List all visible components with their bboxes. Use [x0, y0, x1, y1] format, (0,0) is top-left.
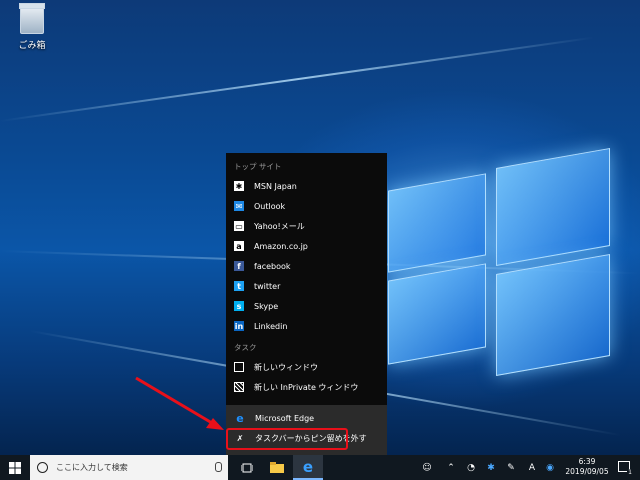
bluetooth-icon[interactable]: ✱ [484, 455, 498, 480]
windows-icon [9, 461, 21, 474]
jump-item-label: MSN Japan [254, 181, 297, 191]
clock-time: 6:39 [578, 457, 596, 466]
jump-item-label: facebook [254, 261, 291, 271]
jump-item-outlook[interactable]: ✉ Outlook [226, 196, 387, 216]
file-explorer-button[interactable] [262, 455, 292, 480]
linkedin-icon: in [234, 321, 244, 331]
task-label: 新しい InPrivate ウィンドウ [254, 382, 359, 392]
inprivate-window-icon [234, 382, 244, 392]
jump-item-amazon[interactable]: a Amazon.co.jp [226, 236, 387, 256]
jump-item-facebook[interactable]: f facebook [226, 256, 387, 276]
chevron-up-icon[interactable]: ⌃ [444, 455, 458, 480]
wifi-icon[interactable]: ◔ [464, 455, 478, 480]
task-view-button[interactable] [232, 455, 262, 480]
jump-item-label: Outlook [254, 201, 286, 211]
security-icon[interactable]: ◉ [543, 455, 557, 480]
yahoo-mail-icon: ▭ [234, 221, 244, 231]
edge-taskbar-button[interactable]: e [293, 455, 323, 480]
people-icon[interactable]: ☺ [420, 455, 434, 480]
app-name-label: Microsoft Edge [255, 413, 315, 423]
jump-list-footer: e Microsoft Edge ✗ タスクバーからピン留めを外す [226, 405, 387, 455]
jump-item-msn[interactable]: ✱ MSN Japan [226, 176, 387, 196]
outlook-icon: ✉ [234, 201, 244, 211]
edge-icon: e [236, 411, 244, 425]
jump-item-linkedin[interactable]: in Linkedin [226, 316, 387, 336]
notification-icon[interactable]: 1 [618, 461, 633, 476]
notification-count: 1 [627, 469, 633, 476]
jump-item-label: Linkedin [254, 321, 288, 331]
cortana-icon [37, 462, 48, 473]
twitter-icon: t [234, 281, 244, 291]
jump-item-label: Yahoo!メール [254, 221, 305, 231]
jump-item-twitter[interactable]: t twitter [226, 276, 387, 296]
jump-item-label: Skype [254, 301, 279, 311]
task-new-window[interactable]: 新しいウィンドウ [226, 357, 387, 377]
task-label: 新しいウィンドウ [254, 362, 318, 372]
top-sites-header: トップ サイト [234, 162, 282, 171]
open-microsoft-edge[interactable]: e Microsoft Edge [226, 408, 387, 428]
task-new-inprivate-window[interactable]: 新しい InPrivate ウィンドウ [226, 377, 387, 397]
red-highlight-box [226, 428, 348, 450]
jump-item-skype[interactable]: s Skype [226, 296, 387, 316]
edge-jump-list: トップ サイト ✱ MSN Japan ✉ Outlook ▭ Yahoo!メー… [226, 153, 387, 455]
amazon-icon: a [234, 241, 244, 251]
task-view-icon [241, 463, 253, 472]
ime-indicator[interactable]: A [526, 455, 538, 480]
skype-icon: s [234, 301, 244, 311]
microphone-icon[interactable] [215, 462, 222, 472]
pen-icon[interactable]: ✎ [504, 455, 518, 480]
facebook-icon: f [234, 261, 244, 271]
jump-item-yahoo-mail[interactable]: ▭ Yahoo!メール [226, 216, 387, 236]
tasks-header: タスク [234, 343, 257, 352]
jump-item-label: twitter [254, 281, 281, 291]
window-icon [234, 362, 244, 372]
start-button[interactable] [0, 455, 30, 480]
edge-icon: e [302, 457, 314, 476]
search-placeholder: ここに入力して検索 [56, 463, 128, 472]
clock-date: 2019/09/05 [565, 467, 609, 476]
folder-icon [270, 462, 284, 473]
taskbar: ここに入力して検索 e ☺ ⌃ ◔ ✱ ✎ A ◉ 6:39 2019/09/0… [0, 455, 640, 480]
clock[interactable]: 6:39 2019/09/05 [562, 457, 612, 477]
msn-icon: ✱ [234, 181, 244, 191]
search-box[interactable]: ここに入力して検索 [30, 455, 228, 480]
jump-item-label: Amazon.co.jp [254, 241, 308, 251]
